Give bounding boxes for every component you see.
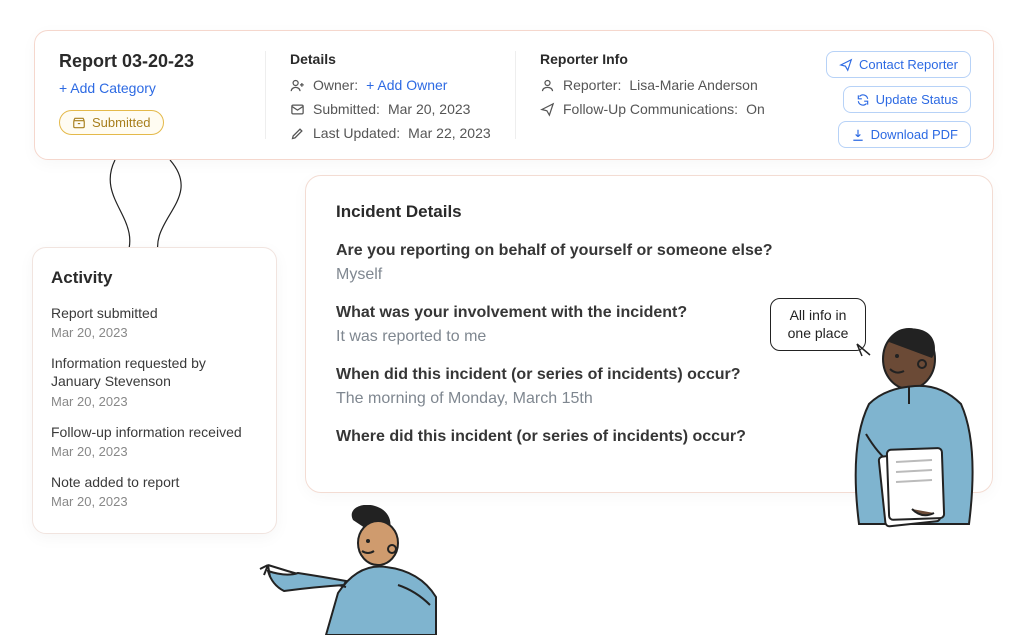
activity-date: Mar 20, 2023: [51, 325, 258, 340]
mail-icon: [290, 102, 305, 117]
qa-block: Are you reporting on behalf of yourself …: [336, 242, 962, 284]
download-icon: [851, 128, 865, 142]
activity-text: Note added to report: [51, 473, 258, 491]
activity-text: Information requested by January Stevens…: [51, 354, 258, 390]
activity-item: Note added to report Mar 20, 2023: [51, 473, 258, 509]
header-col-details: Details Owner: + Add Owner Submitted: Ma…: [265, 51, 515, 139]
update-status-label: Update Status: [876, 92, 958, 107]
owner-row: Owner: + Add Owner: [290, 77, 515, 93]
followup-row: Follow-Up Communications: On: [540, 101, 831, 117]
status-chip: Submitted: [59, 110, 164, 135]
activity-title: Activity: [51, 268, 258, 288]
add-owner-link[interactable]: + Add Owner: [366, 77, 447, 93]
activity-item: Information requested by January Stevens…: [51, 354, 258, 408]
owner-label: Owner:: [313, 77, 358, 93]
activity-date: Mar 20, 2023: [51, 394, 258, 409]
submitted-row: Submitted: Mar 20, 2023: [290, 101, 515, 117]
activity-date: Mar 20, 2023: [51, 494, 258, 509]
updated-row: Last Updated: Mar 22, 2023: [290, 125, 515, 141]
answer: Myself: [336, 266, 962, 284]
illustration-person-pointing: [258, 505, 468, 635]
activity-item: Report submitted Mar 20, 2023: [51, 304, 258, 340]
activity-card: Activity Report submitted Mar 20, 2023 I…: [32, 247, 277, 534]
activity-item: Follow-up information received Mar 20, 2…: [51, 423, 258, 459]
followup-label: Follow-Up Communications:: [563, 101, 738, 117]
header-col-actions: Contact Reporter Update Status Download …: [831, 51, 971, 139]
update-status-button[interactable]: Update Status: [843, 86, 971, 113]
send-icon: [839, 58, 853, 72]
contact-reporter-button[interactable]: Contact Reporter: [826, 51, 971, 78]
updated-label: Last Updated:: [313, 125, 400, 141]
refresh-icon: [856, 93, 870, 107]
download-pdf-label: Download PDF: [871, 127, 958, 142]
question: Are you reporting on behalf of yourself …: [336, 242, 962, 260]
followup-value: On: [746, 101, 765, 117]
report-header-card: Report 03-20-23 + Add Category Submitted…: [34, 30, 994, 160]
reporter-name: Lisa-Marie Anderson: [629, 77, 757, 93]
reporter-label: Reporter:: [563, 77, 621, 93]
activity-date: Mar 20, 2023: [51, 444, 258, 459]
activity-text: Follow-up information received: [51, 423, 258, 441]
user-plus-icon: [290, 78, 305, 93]
pencil-icon: [290, 126, 305, 141]
add-category-link[interactable]: + Add Category: [59, 80, 265, 96]
reporter-section-label: Reporter Info: [540, 51, 831, 67]
status-label: Submitted: [92, 115, 151, 130]
reporter-row: Reporter: Lisa-Marie Anderson: [540, 77, 831, 93]
send-icon: [540, 102, 555, 117]
download-pdf-button[interactable]: Download PDF: [838, 121, 971, 148]
contact-reporter-label: Contact Reporter: [859, 57, 958, 72]
archive-icon: [72, 116, 86, 130]
incident-details-title: Incident Details: [336, 202, 962, 222]
details-section-label: Details: [290, 51, 515, 67]
connector-lines: [85, 160, 285, 260]
submitted-label: Submitted:: [313, 101, 380, 117]
user-icon: [540, 78, 555, 93]
activity-text: Report submitted: [51, 304, 258, 322]
updated-value: Mar 22, 2023: [408, 125, 491, 141]
report-title: Report 03-20-23: [59, 51, 265, 72]
header-col-report: Report 03-20-23 + Add Category Submitted: [59, 51, 265, 139]
illustration-person-papers: [794, 304, 994, 604]
header-col-reporter: Reporter Info Reporter: Lisa-Marie Ander…: [515, 51, 831, 139]
submitted-value: Mar 20, 2023: [388, 101, 471, 117]
